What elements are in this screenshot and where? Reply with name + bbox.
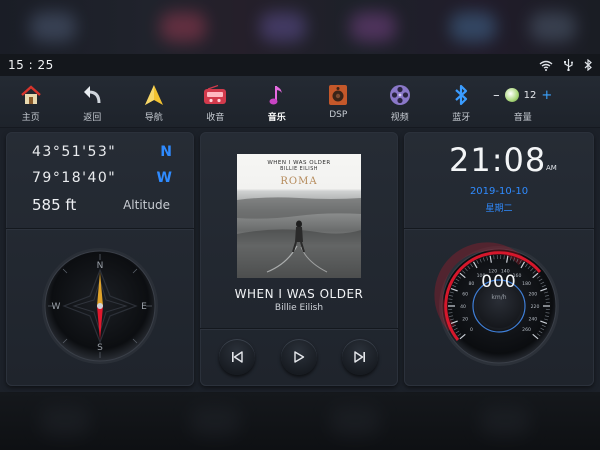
speed-unit: km/h [491,294,507,301]
next-button[interactable] [342,339,378,375]
song-title: WHEN I WAS OLDER [234,287,364,301]
panel-divider [6,228,194,229]
nav-label: 主页 [21,113,40,123]
blurred-backdrop-bottom [0,392,600,450]
clock-time: 21:08 [449,141,547,179]
speedometer: 020406080100120 140160180200220240260 [434,242,559,366]
nav-label: 返回 [83,113,102,123]
compass: N E S W [42,248,158,364]
radio-icon [202,82,228,108]
back-arrow-icon [79,82,105,108]
altitude-row: 585 ft Altitude [32,196,170,214]
music-note-icon [264,82,290,108]
speedometer-tick-label: 0 [470,327,473,333]
blurred-app-icon [30,12,76,42]
nav-item-back[interactable]: 返回 [62,76,124,128]
compass-label-w: W [52,302,61,312]
speedometer-tick-label: 260 [522,327,531,333]
speed-value: 000 [481,272,517,292]
speedometer-tick-label: 240 [528,316,537,322]
app-nav-bar: 主页 返回 导航 收音 音乐 DSP 视频 蓝牙 – 12 + 音量 [0,76,600,128]
navigation-icon [141,82,167,108]
gps-panel[interactable]: 43°51'53" N 79°18'40" W 585 ft Altitude [6,132,194,386]
clock-speed-panel[interactable]: 21:08 AM 2019-10-10 星期二 0 20 40 60 80 10… [404,132,594,386]
previous-button[interactable] [219,339,255,375]
longitude-row: 79°18'40" W [32,170,172,186]
latitude-row: 43°51'53" N [32,144,172,160]
nav-item-radio[interactable]: 收音 [185,76,247,128]
nav-item-home[interactable]: 主页 [0,76,62,128]
volume-up-button[interactable]: + [541,89,552,102]
clock-date: 2019-10-10 [469,186,529,197]
longitude-direction: W [156,170,172,186]
status-bar: 15 : 25 [0,54,600,76]
latitude-value: 43°51'53" [32,144,117,160]
dsp-speaker-icon [325,82,351,108]
nav-item-video[interactable]: 视频 [369,76,431,128]
compass-label-s: S [97,343,103,353]
next-icon [354,348,366,367]
nav-item-music[interactable]: 音乐 [246,76,308,128]
nav-label: 音乐 [267,113,286,123]
longitude-value: 79°18'40" [32,170,117,186]
blurred-backdrop-top [0,0,600,56]
nav-label: 收音 [206,113,225,123]
blurred-app-icon [530,12,576,42]
blurred-app-icon [40,406,90,436]
speedometer-tick-label: 20 [462,316,468,322]
volume-row: – 12 + [493,82,552,108]
blurred-app-icon [190,406,240,436]
song-artist: Billie Eilish [274,303,324,313]
compass-label-e: E [141,302,147,312]
blurred-app-icon [330,406,380,436]
blurred-app-icon [260,12,306,42]
status-icons [539,59,592,71]
panel-divider [200,328,398,329]
album-art-photo [237,197,361,278]
blurred-app-icon [160,12,206,42]
previous-icon [231,348,243,367]
compass-label-n: N [97,261,104,271]
bluetooth-icon [584,59,592,71]
clock-weekday: 星期二 [485,204,513,214]
nav-item-navigation[interactable]: 导航 [123,76,185,128]
nav-item-bluetooth[interactable]: 蓝牙 [431,76,493,128]
volume-label: 音量 [513,113,532,123]
nav-label: 导航 [144,113,163,123]
wifi-icon [539,60,553,71]
nav-label: DSP [329,110,348,120]
status-time: 15 : 25 [8,58,54,72]
nav-label: 蓝牙 [452,113,471,123]
altitude-label: Altitude [123,198,170,212]
home-icon [18,82,44,108]
nav-label: 视频 [390,113,409,123]
volume-icon [504,88,519,102]
film-reel-icon [387,82,413,108]
blurred-app-icon [480,406,530,436]
panel-divider [404,228,594,229]
bluetooth-icon [448,82,474,108]
play-icon [293,348,305,367]
usb-icon [563,59,574,71]
blurred-app-icon [450,12,496,42]
clock-ampm: AM [546,164,557,172]
nav-item-dsp[interactable]: DSP [308,76,370,128]
volume-down-button[interactable]: – [493,89,500,102]
speedometer-tick-label: 40 [460,304,466,310]
blurred-app-icon [350,12,396,42]
music-panel[interactable]: WHEN I WAS OLDER BILLIE EILISH ROMA WHEN… [200,132,398,386]
play-button[interactable] [281,339,317,375]
volume-level: 12 [523,89,537,101]
latitude-direction: N [160,144,172,160]
head-unit-screen: 15 : 25 主页 返回 导航 收音 音乐 DSP 视频 蓝牙 – 12 + … [0,54,600,392]
altitude-value: 585 ft [32,196,77,214]
volume-control: – 12 + 音量 [492,76,554,128]
album-art[interactable]: WHEN I WAS OLDER BILLIE EILISH ROMA [237,154,361,278]
speedometer-tick-label: 220 [531,304,540,310]
